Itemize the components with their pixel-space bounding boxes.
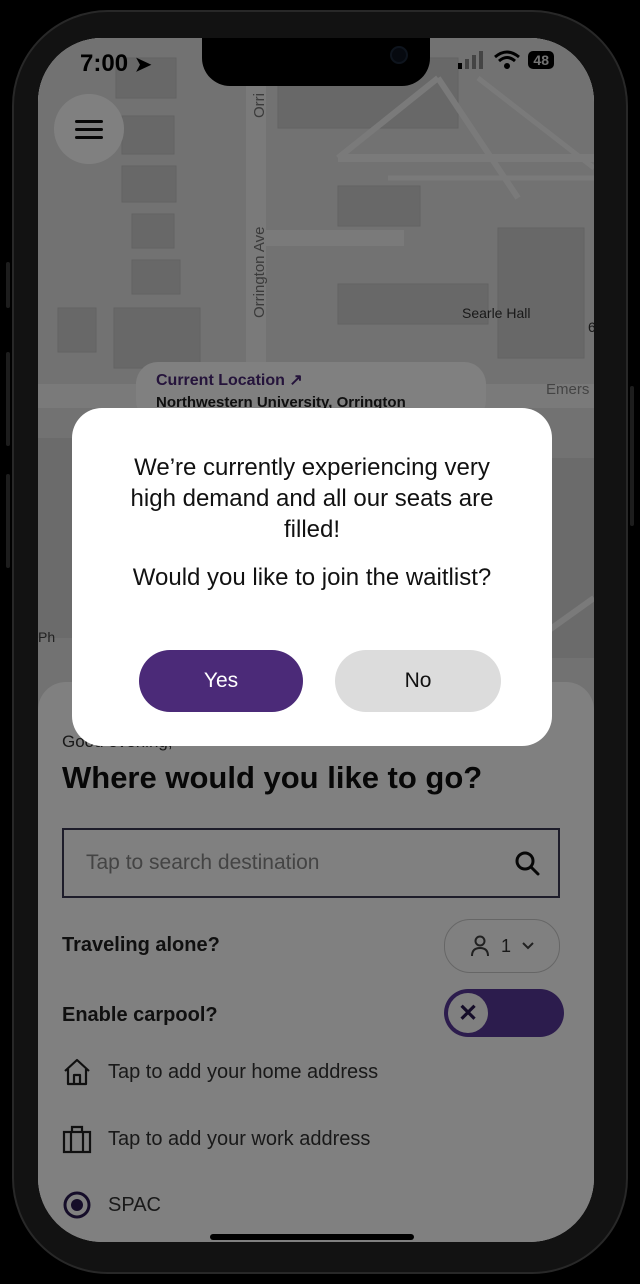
saved-place-shortcut[interactable]: SPAC [62, 1190, 161, 1220]
traveling-alone-label: Traveling alone? [62, 934, 220, 956]
battery-icon: 48 [528, 51, 554, 69]
saved-place-label: SPAC [108, 1193, 161, 1216]
status-time: 7:00 ➤ [80, 50, 151, 78]
chevron-down-icon [522, 942, 534, 950]
no-button[interactable]: No [335, 650, 501, 712]
edge-number: 6 [588, 319, 594, 335]
home-address-label: Tap to add your home address [108, 1060, 379, 1083]
close-icon: ✕ [448, 993, 488, 1033]
status-icons: 48 [458, 50, 554, 70]
street-label: Orrington Ave [251, 227, 268, 318]
edge-label-right: Emers [546, 381, 589, 398]
page-title: Where would you like to go? [62, 760, 483, 795]
arrow-up-right-icon: ↗ [289, 372, 303, 389]
work-address-label: Tap to add your work address [108, 1127, 371, 1150]
briefcase-icon [62, 1125, 92, 1154]
location-arrow-icon: ➤ [134, 54, 152, 76]
status-time-text: 7:00 [80, 50, 129, 77]
home-indicator[interactable] [210, 1234, 414, 1240]
wifi-icon [494, 50, 521, 69]
yes-button[interactable]: Yes [139, 650, 303, 712]
camera-icon [390, 46, 408, 64]
cellular-signal-icon [458, 51, 484, 69]
search-icon [515, 851, 540, 876]
side-button-volume-up [6, 352, 10, 446]
current-location-title: Current Location [156, 372, 285, 389]
hamburger-icon [75, 120, 103, 139]
dialog-message: We’re currently experiencing very high d… [130, 454, 494, 543]
dialog-question: Would you like to join the waitlist? [132, 564, 492, 591]
passenger-count: 1 [500, 935, 511, 956]
work-address-shortcut[interactable]: Tap to add your work address [62, 1124, 370, 1154]
carpool-toggle[interactable]: ✕ [444, 989, 564, 1037]
side-button-volume-down [6, 474, 10, 568]
search-placeholder: Tap to search destination [86, 851, 320, 874]
target-icon [63, 1191, 91, 1219]
person-icon [470, 935, 489, 957]
notch [202, 38, 430, 86]
edge-label-left: Ph [38, 629, 55, 645]
side-button-power [630, 386, 634, 526]
home-address-shortcut[interactable]: Tap to add your home address [62, 1057, 378, 1087]
carpool-label: Enable carpool? [62, 1004, 218, 1026]
destination-search-input[interactable]: Tap to search destination [62, 828, 560, 898]
home-icon [64, 1058, 90, 1086]
bottom-sheet: Good evening, Where would you like to go… [38, 682, 594, 1242]
menu-button[interactable] [54, 94, 124, 164]
waitlist-dialog: We’re currently experiencing very high d… [72, 408, 552, 746]
passenger-count-selector[interactable]: 1 [444, 919, 560, 973]
street-label-top: Orri [251, 93, 268, 118]
building-label: Searle Hall [462, 305, 530, 321]
side-button-silent [6, 262, 10, 308]
